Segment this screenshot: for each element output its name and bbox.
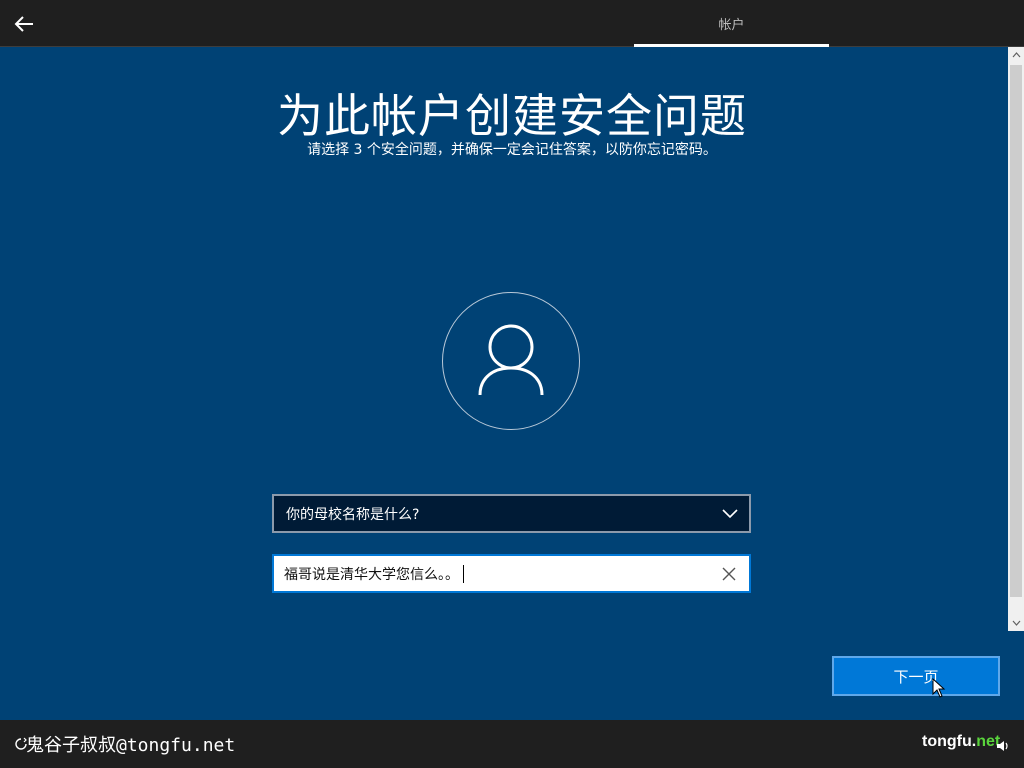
security-answer-value: 福哥说是清华大学您信么。。: [284, 566, 459, 583]
tab-account[interactable]: 帐户: [634, 0, 829, 46]
chevron-down-icon: [721, 505, 739, 527]
scroll-down-icon[interactable]: [1008, 615, 1024, 631]
close-icon[interactable]: [719, 564, 739, 584]
volume-icon[interactable]: [996, 738, 1010, 757]
watermark-right: tongfu.net: [922, 733, 1000, 751]
back-arrow-icon[interactable]: [10, 10, 38, 38]
scroll-up-icon[interactable]: [1008, 47, 1024, 63]
page-title: 为此帐户创建安全问题: [277, 89, 747, 143]
page-subtitle: 请选择 3 个安全问题，并确保一定会记住答案，以防你忘记密码。: [307, 142, 717, 158]
scrollbar-gap: [1008, 631, 1024, 720]
next-button[interactable]: 下一页: [832, 656, 1000, 696]
text-caret: [463, 564, 464, 583]
security-answer-input[interactable]: 福哥说是清华大学您信么。。: [272, 554, 751, 593]
watermark-left: 鬼谷子叔叔@tongfu.net: [26, 735, 236, 756]
mouse-cursor-icon: [932, 677, 946, 702]
user-avatar-icon: [442, 292, 580, 430]
security-question-dropdown[interactable]: 你的母校名称是什么?: [272, 494, 751, 533]
security-question-value: 你的母校名称是什么?: [286, 506, 420, 523]
watermark-right-part1: tongfu.: [922, 733, 977, 750]
top-bar: 帐户: [0, 0, 1024, 47]
